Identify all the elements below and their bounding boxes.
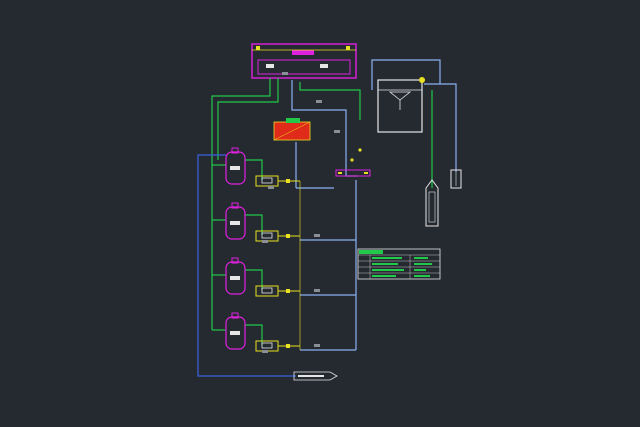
sand-filter-3[interactable] [225, 257, 246, 295]
cad-canvas [0, 0, 640, 427]
valve-manifold[interactable] [335, 148, 371, 177]
pipe-size-tags [262, 72, 340, 353]
swimming-pool[interactable] [251, 43, 357, 79]
sand-filter-4[interactable] [225, 312, 246, 350]
sand-filter-2[interactable] [225, 202, 246, 240]
sand-filter-1[interactable] [225, 147, 246, 185]
schematic-drawing [197, 43, 462, 381]
heater-unit[interactable] [273, 118, 311, 141]
balance-tank[interactable] [377, 77, 425, 133]
return-pipework [197, 59, 457, 377]
drain-outlet-tag [293, 371, 338, 381]
legend-table [357, 248, 441, 280]
chemical-dosing-tank-2[interactable] [450, 169, 462, 189]
